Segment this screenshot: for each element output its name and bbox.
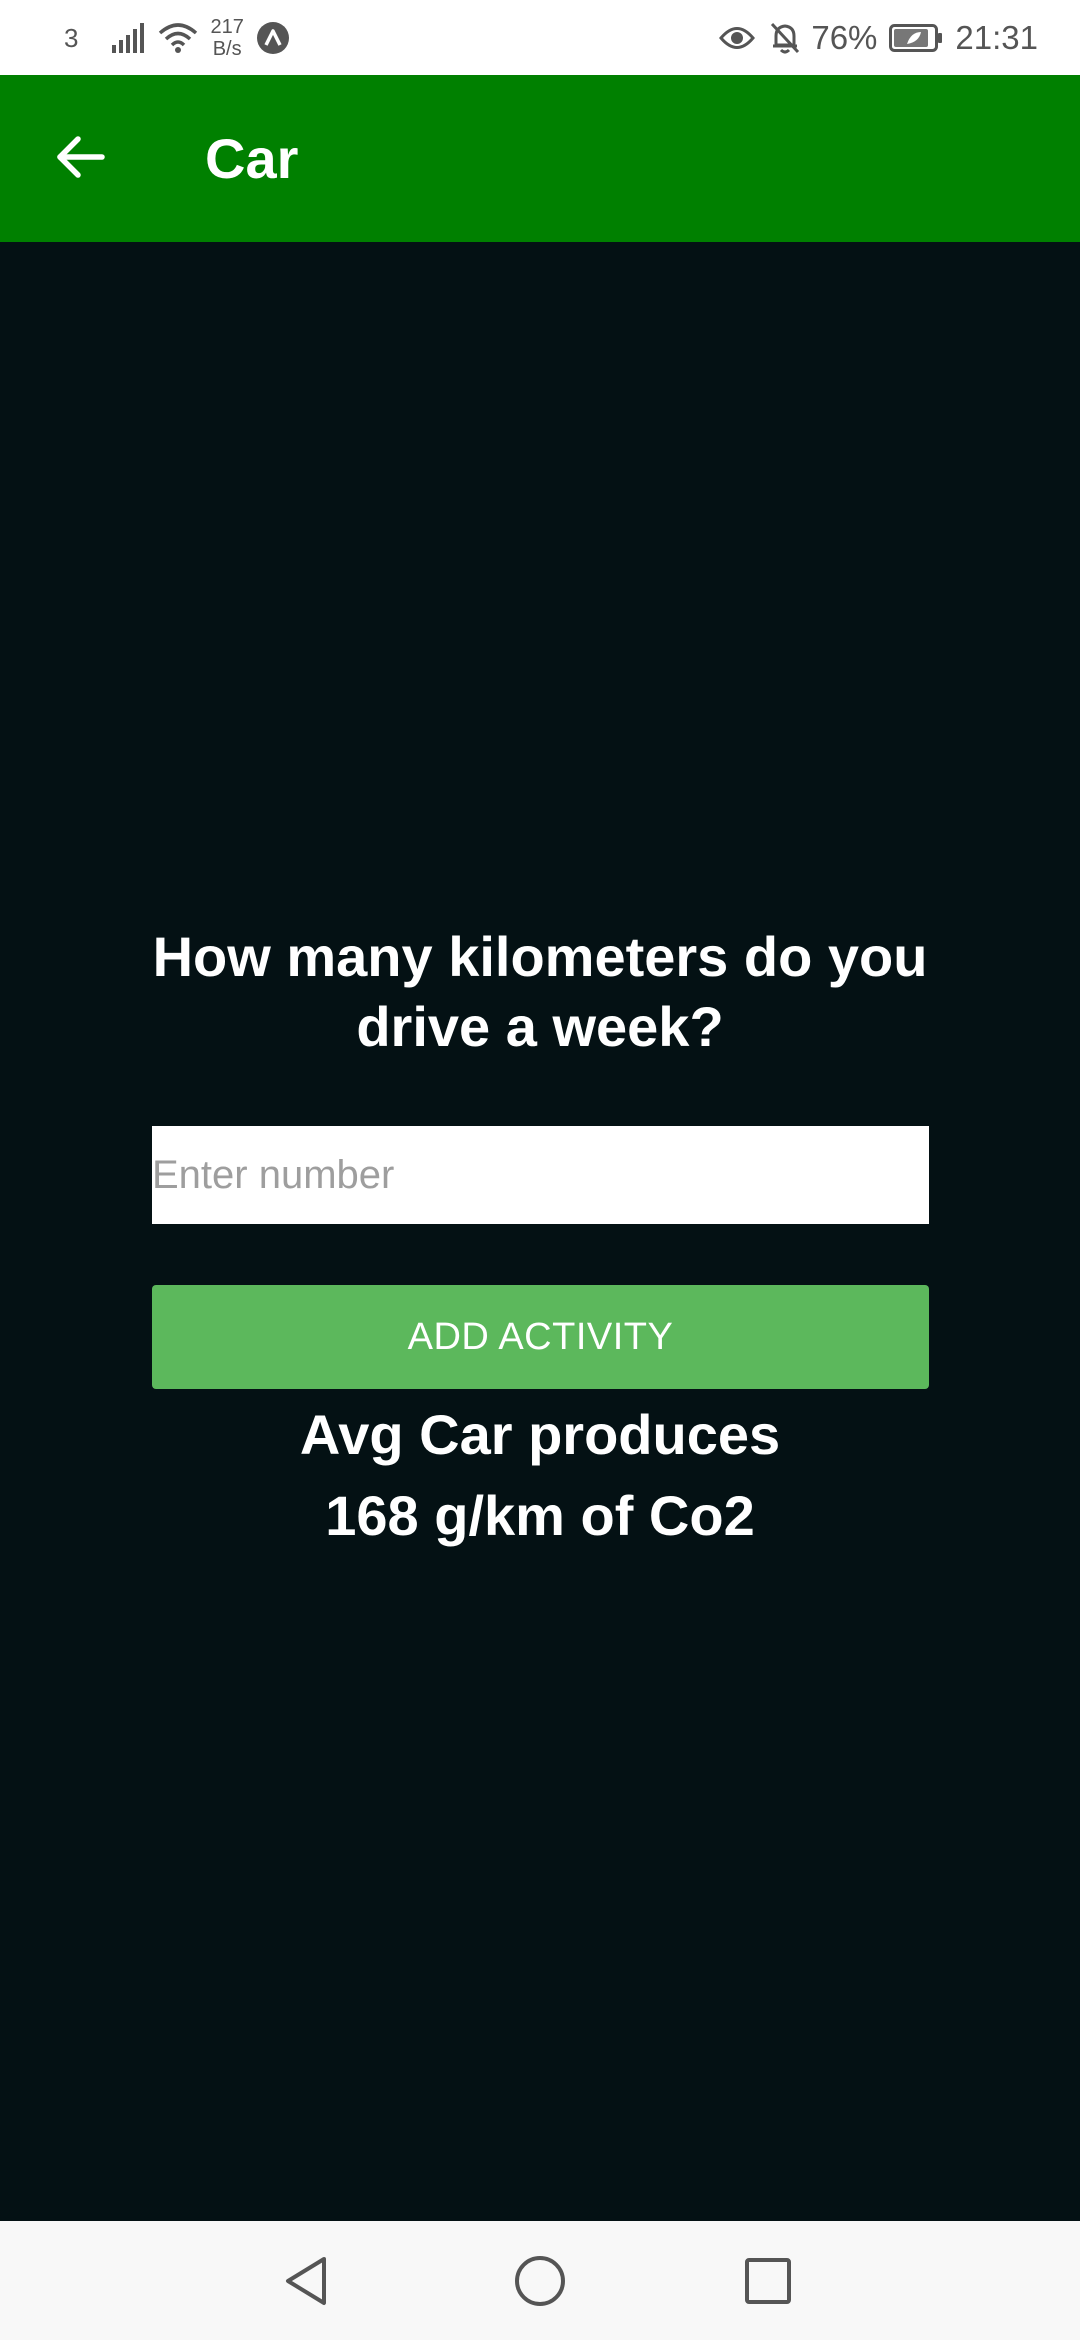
signal-icon — [112, 22, 148, 53]
status-bar-left: 3 217 B/s — [64, 0, 290, 75]
wifi-icon — [158, 22, 198, 53]
net-speed-value: 217 — [210, 15, 244, 38]
arrow-left-icon — [57, 136, 105, 178]
battery-icon — [889, 23, 943, 52]
status-bar-right: 76% 21:31 — [719, 0, 1038, 75]
kilometers-input[interactable] — [152, 1126, 929, 1224]
nav-home-button[interactable] — [500, 2241, 580, 2321]
page-title: Car — [205, 127, 299, 190]
info-text-line-1: Avg Car produces — [299, 1403, 781, 1466]
clock: 21:31 — [955, 19, 1038, 56]
question-text: How many kilometers do you drive a week? — [152, 925, 928, 1058]
nav-back-button[interactable] — [268, 2241, 348, 2321]
sim-number: 3 — [64, 22, 79, 53]
info-text-line-2: 168 g/km of Co2 — [325, 1484, 755, 1547]
net-speed-unit: B/s — [212, 37, 242, 60]
bell-off-icon — [769, 21, 801, 55]
nav-recents-icon — [745, 2258, 791, 2304]
nav-back-icon — [286, 2257, 326, 2305]
eye-icon — [719, 25, 756, 51]
main-content: How many kilometers do you drive a week?… — [0, 242, 1080, 2221]
status-bar: 3 217 B/s 76% 21:31 — [0, 0, 1080, 75]
screen: 3 217 B/s 76% 21:31 Car How many kilomet… — [0, 0, 1080, 2340]
nav-recents-button[interactable] — [728, 2241, 808, 2321]
system-nav-bar — [0, 2221, 1080, 2340]
add-activity-button[interactable]: ADD ACTIVITY — [152, 1285, 929, 1389]
net-speed: 217 B/s — [210, 16, 243, 60]
back-button[interactable] — [40, 117, 120, 197]
app-notification-icon — [256, 21, 290, 55]
app-bar: Car — [0, 75, 1080, 242]
battery-percent: 76% — [811, 19, 878, 56]
nav-home-icon — [515, 2256, 565, 2306]
